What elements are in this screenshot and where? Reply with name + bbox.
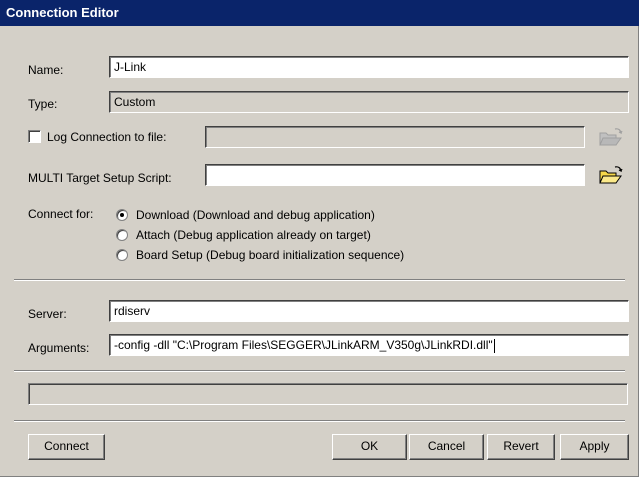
revert-button[interactable]: Revert: [487, 434, 555, 460]
status-field: [28, 383, 628, 405]
setup-script-label: MULTI Target Setup Script:: [28, 171, 172, 185]
connect-for-label: Connect for:: [28, 207, 94, 221]
server-label: Server:: [28, 307, 67, 321]
text-cursor: [493, 338, 495, 353]
separator: [14, 279, 625, 281]
radio-board-setup[interactable]: [116, 249, 128, 261]
apply-button[interactable]: Apply: [560, 434, 629, 460]
radio-download[interactable]: [116, 209, 128, 221]
radio-download-label[interactable]: Download (Download and debug application…: [136, 207, 375, 223]
log-connection-checkbox[interactable]: [28, 130, 41, 143]
arguments-label: Arguments:: [28, 341, 90, 355]
separator: [14, 420, 625, 422]
radio-board-setup-label[interactable]: Board Setup (Debug board initialization …: [136, 247, 404, 263]
cancel-button[interactable]: Cancel: [409, 434, 484, 460]
arguments-input[interactable]: -config -dll "C:\Program Files\SEGGER\JL…: [109, 334, 629, 356]
log-connection-label[interactable]: Log Connection to file:: [47, 129, 166, 145]
name-input[interactable]: J-Link: [109, 56, 629, 78]
name-label: Name:: [28, 63, 64, 77]
server-input[interactable]: rdiserv: [109, 300, 629, 322]
radio-attach-label[interactable]: Attach (Debug application already on tar…: [136, 227, 371, 243]
ok-button[interactable]: OK: [332, 434, 407, 460]
connect-button[interactable]: Connect: [28, 434, 105, 460]
title-bar: Connection Editor: [0, 0, 639, 26]
radio-selected-dot: [120, 213, 124, 217]
radio-attach[interactable]: [116, 229, 128, 241]
setup-script-input[interactable]: [205, 164, 585, 186]
arguments-text: -config -dll "C:\Program Files\SEGGER\JL…: [114, 338, 493, 352]
type-label: Type:: [28, 97, 58, 111]
separator: [14, 370, 625, 372]
folder-open-icon-disabled: [599, 128, 623, 146]
log-file-input: [205, 126, 585, 148]
folder-open-icon[interactable]: [598, 165, 624, 187]
connection-editor-window: Connection Editor Name: J-Link Type: Cus…: [0, 0, 639, 477]
type-field: Custom: [109, 91, 629, 113]
